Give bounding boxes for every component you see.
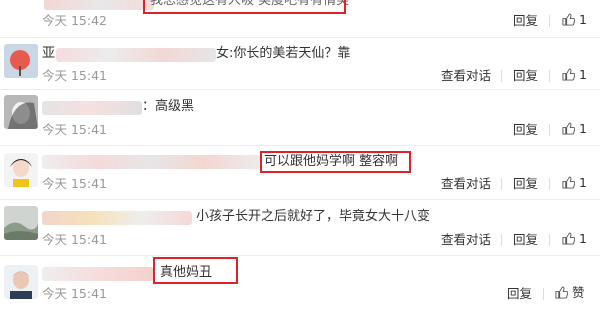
username-prefix[interactable]: 亚 bbox=[42, 46, 55, 62]
highlight-box bbox=[153, 257, 238, 284]
divider bbox=[549, 234, 550, 246]
divider bbox=[543, 288, 544, 300]
view-dialog-button[interactable]: 查看对话 bbox=[441, 233, 491, 247]
avatar[interactable] bbox=[4, 265, 38, 299]
reply-button[interactable]: 回复 bbox=[513, 177, 538, 191]
reply-button[interactable]: 回复 bbox=[513, 69, 538, 83]
avatar[interactable] bbox=[4, 95, 38, 129]
comment-item: ：高级黑 今天 15:41 回复 1 bbox=[0, 90, 600, 144]
view-dialog-button[interactable]: 查看对话 bbox=[441, 177, 491, 191]
avatar[interactable] bbox=[4, 153, 38, 187]
thumbs-up-icon bbox=[562, 232, 575, 245]
comment-text: 女:你长的美若天仙？靠 bbox=[216, 46, 351, 61]
comment-time: 今天 15:41 bbox=[42, 68, 107, 83]
highlight-box bbox=[260, 151, 411, 173]
divider bbox=[501, 70, 502, 82]
like-button[interactable]: 1 bbox=[562, 232, 587, 246]
like-label: 赞 bbox=[572, 285, 585, 300]
like-count: 1 bbox=[579, 121, 587, 136]
comment-item: 可以跟他妈学啊 整容啊 今天 15:41 查看对话 回复 1 bbox=[0, 146, 600, 198]
divider bbox=[501, 178, 502, 190]
comment-time: 今天 15:41 bbox=[42, 122, 107, 137]
like-count: 1 bbox=[579, 231, 587, 246]
blurred-username bbox=[42, 211, 192, 225]
divider bbox=[549, 124, 550, 136]
avatar[interactable] bbox=[4, 44, 38, 78]
thumbs-up-icon bbox=[562, 122, 575, 135]
blurred-username bbox=[56, 48, 216, 62]
like-button[interactable]: 1 bbox=[562, 13, 587, 27]
comment-item: 亚 女:你长的美若天仙？靠 今天 15:41 查看对话 回复 1 bbox=[0, 38, 600, 88]
reply-button[interactable]: 回复 bbox=[513, 123, 538, 137]
comment-item: 小孩子长开之后就好了，毕竟女大十八变 今天 15:41 查看对话 回复 1 bbox=[0, 200, 600, 254]
like-button[interactable]: 1 bbox=[562, 122, 587, 136]
like-button[interactable]: 1 bbox=[562, 176, 587, 190]
like-button[interactable]: 赞 bbox=[555, 286, 585, 300]
thumbs-up-icon bbox=[562, 176, 575, 189]
like-count: 1 bbox=[579, 67, 587, 82]
comment-text: ：高级黑 bbox=[142, 99, 195, 114]
thumbs-up-icon bbox=[555, 286, 568, 299]
comment-time: 今天 15:41 bbox=[42, 232, 107, 247]
reply-button[interactable]: 回复 bbox=[513, 233, 538, 247]
blurred-username bbox=[42, 155, 260, 169]
comment-item: 真他妈丑 今天 15:41 回复 赞 bbox=[0, 256, 600, 309]
like-count: 1 bbox=[579, 175, 587, 190]
reply-button[interactable]: 回复 bbox=[513, 14, 538, 28]
comment-item: 我总感觉这有人吸 美度吧有有情美 今天 15:42 回复 1 bbox=[0, 0, 600, 36]
divider bbox=[549, 70, 550, 82]
comment-time: 今天 15:41 bbox=[42, 286, 107, 301]
like-count: 1 bbox=[579, 12, 587, 27]
comment-time: 今天 15:41 bbox=[42, 176, 107, 191]
comment-text: 小孩子长开之后就好了，毕竟女大十八变 bbox=[196, 209, 431, 224]
blurred-username bbox=[42, 101, 142, 115]
highlight-box bbox=[143, 0, 346, 14]
divider bbox=[501, 234, 502, 246]
view-dialog-button[interactable]: 查看对话 bbox=[441, 69, 491, 83]
thumbs-up-icon bbox=[562, 68, 575, 81]
like-button[interactable]: 1 bbox=[562, 68, 587, 82]
divider bbox=[549, 15, 550, 27]
comment-time: 今天 15:42 bbox=[42, 13, 107, 28]
divider bbox=[549, 178, 550, 190]
avatar[interactable] bbox=[4, 206, 38, 240]
blurred-username bbox=[44, 0, 154, 10]
blurred-username bbox=[42, 267, 154, 281]
thumbs-up-icon bbox=[562, 13, 575, 26]
reply-button[interactable]: 回复 bbox=[507, 287, 532, 301]
